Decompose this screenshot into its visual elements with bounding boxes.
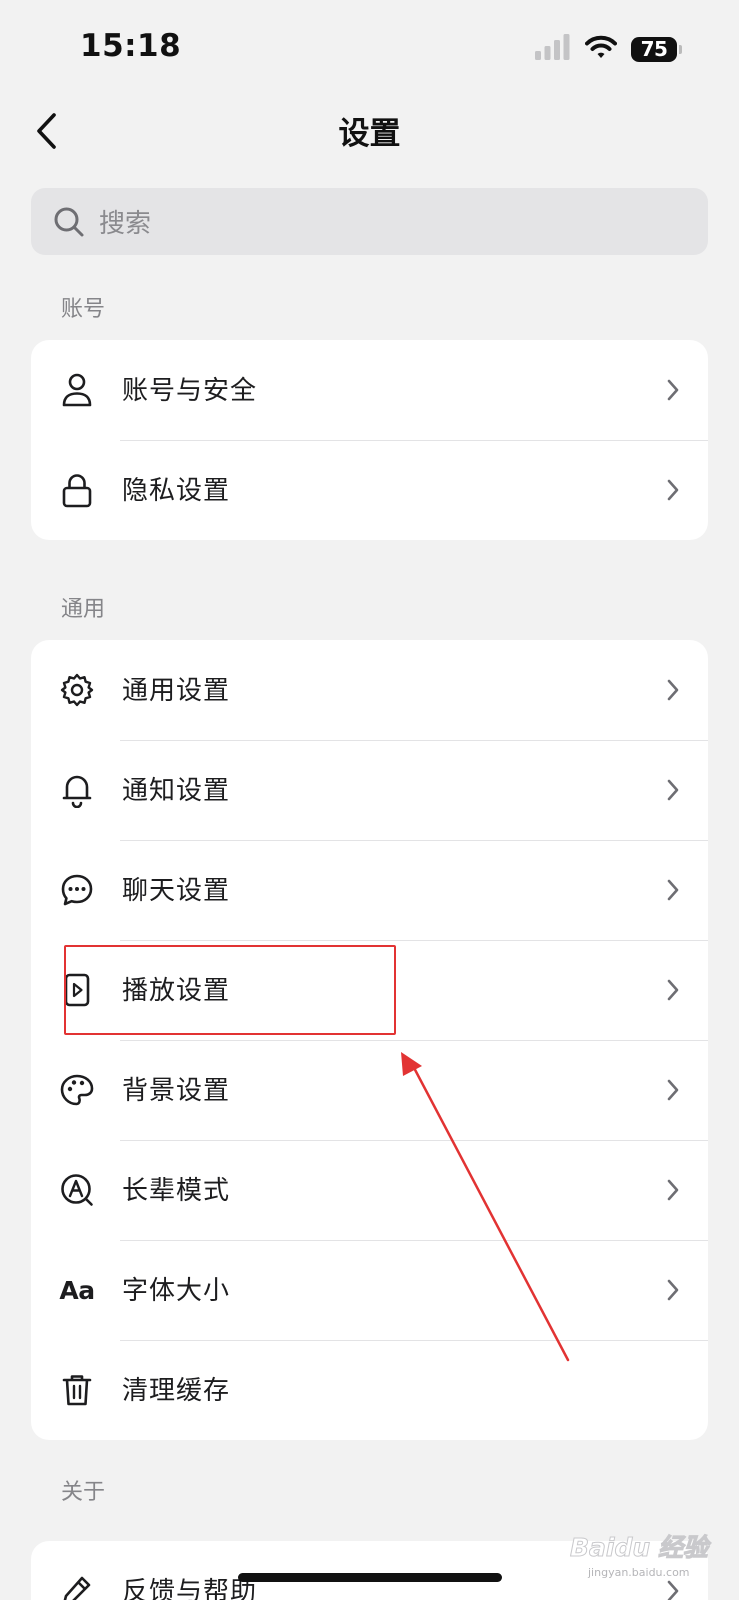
watermark-product: 经验	[658, 1533, 712, 1562]
home-indicator	[238, 1573, 502, 1582]
annotation-arrow	[401, 1052, 570, 1362]
watermark-url: jingyan.baidu.com	[587, 1566, 690, 1579]
baidu-jingyan-watermark: Baidu 经验 jingyan.baidu.com	[570, 1533, 713, 1580]
watermark-brand: Baidu	[570, 1533, 650, 1562]
settings-screen: 15:18 75 设置 搜索 账号 账号与安全 隐私设置 通用 通用设置 通知设…	[0, 0, 739, 1600]
